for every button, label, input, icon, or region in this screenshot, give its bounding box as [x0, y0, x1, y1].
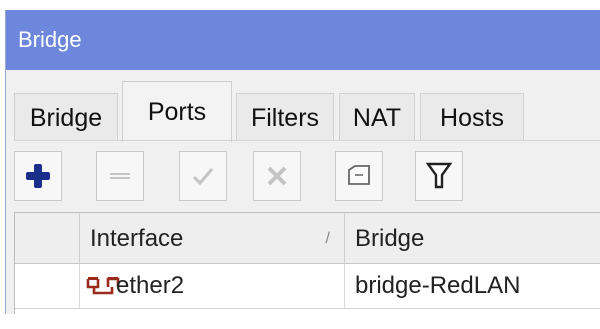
- row-interface-cell: ether2: [80, 264, 345, 308]
- table-header: Interface / Bridge: [15, 213, 600, 264]
- toolbar: [14, 151, 600, 203]
- row-flags-cell: [15, 264, 80, 308]
- table-row[interactable]: ether2 bridge-RedLAN: [15, 264, 600, 309]
- comment-icon: [348, 165, 370, 185]
- tab-nat-label: NAT: [352, 104, 402, 132]
- tab-hosts-label: Hosts: [440, 104, 504, 132]
- tab-filters[interactable]: Filters: [236, 93, 334, 141]
- minus-icon: [110, 173, 130, 179]
- bridge-window: Bridge Bridge Ports Filters NAT Hosts In…: [5, 10, 600, 314]
- remove-button[interactable]: [96, 151, 144, 201]
- tab-filters-label: Filters: [250, 104, 320, 132]
- plus-icon: [26, 164, 50, 188]
- tab-nat[interactable]: NAT: [339, 93, 415, 141]
- tab-ports[interactable]: Ports: [122, 81, 232, 142]
- column-header-flags[interactable]: [15, 213, 80, 263]
- window-title: Bridge: [18, 27, 82, 52]
- column-header-interface[interactable]: Interface /: [80, 213, 345, 263]
- column-header-bridge-label: Bridge: [355, 225, 425, 252]
- window-titlebar[interactable]: Bridge: [6, 10, 600, 70]
- tab-divider: [14, 140, 600, 141]
- tab-bridge-label: Bridge: [29, 104, 103, 132]
- tab-bridge[interactable]: Bridge: [14, 93, 118, 141]
- ethernet-port-icon: [86, 277, 120, 295]
- tab-hosts[interactable]: Hosts: [420, 93, 524, 141]
- disable-button[interactable]: [253, 151, 301, 201]
- x-icon: [267, 166, 287, 186]
- interface-name: ether2: [116, 272, 185, 299]
- filter-button[interactable]: [415, 151, 463, 201]
- enable-button[interactable]: [179, 151, 227, 201]
- sort-indicator-icon: /: [325, 230, 330, 247]
- row-bridge-cell: bridge-RedLAN: [345, 264, 600, 308]
- empty-table-area: [15, 309, 600, 329]
- ports-table: Interface / Bridge ether2 bridge-RedLAN: [14, 212, 600, 314]
- add-button[interactable]: [14, 151, 62, 201]
- tab-ports-label: Ports: [147, 98, 207, 126]
- check-icon: [192, 168, 214, 186]
- bridge-name: bridge-RedLAN: [355, 272, 521, 299]
- filter-icon: [425, 162, 453, 189]
- column-header-bridge[interactable]: Bridge: [345, 213, 600, 263]
- column-header-interface-label: Interface: [90, 225, 184, 252]
- comment-button[interactable]: [335, 151, 383, 201]
